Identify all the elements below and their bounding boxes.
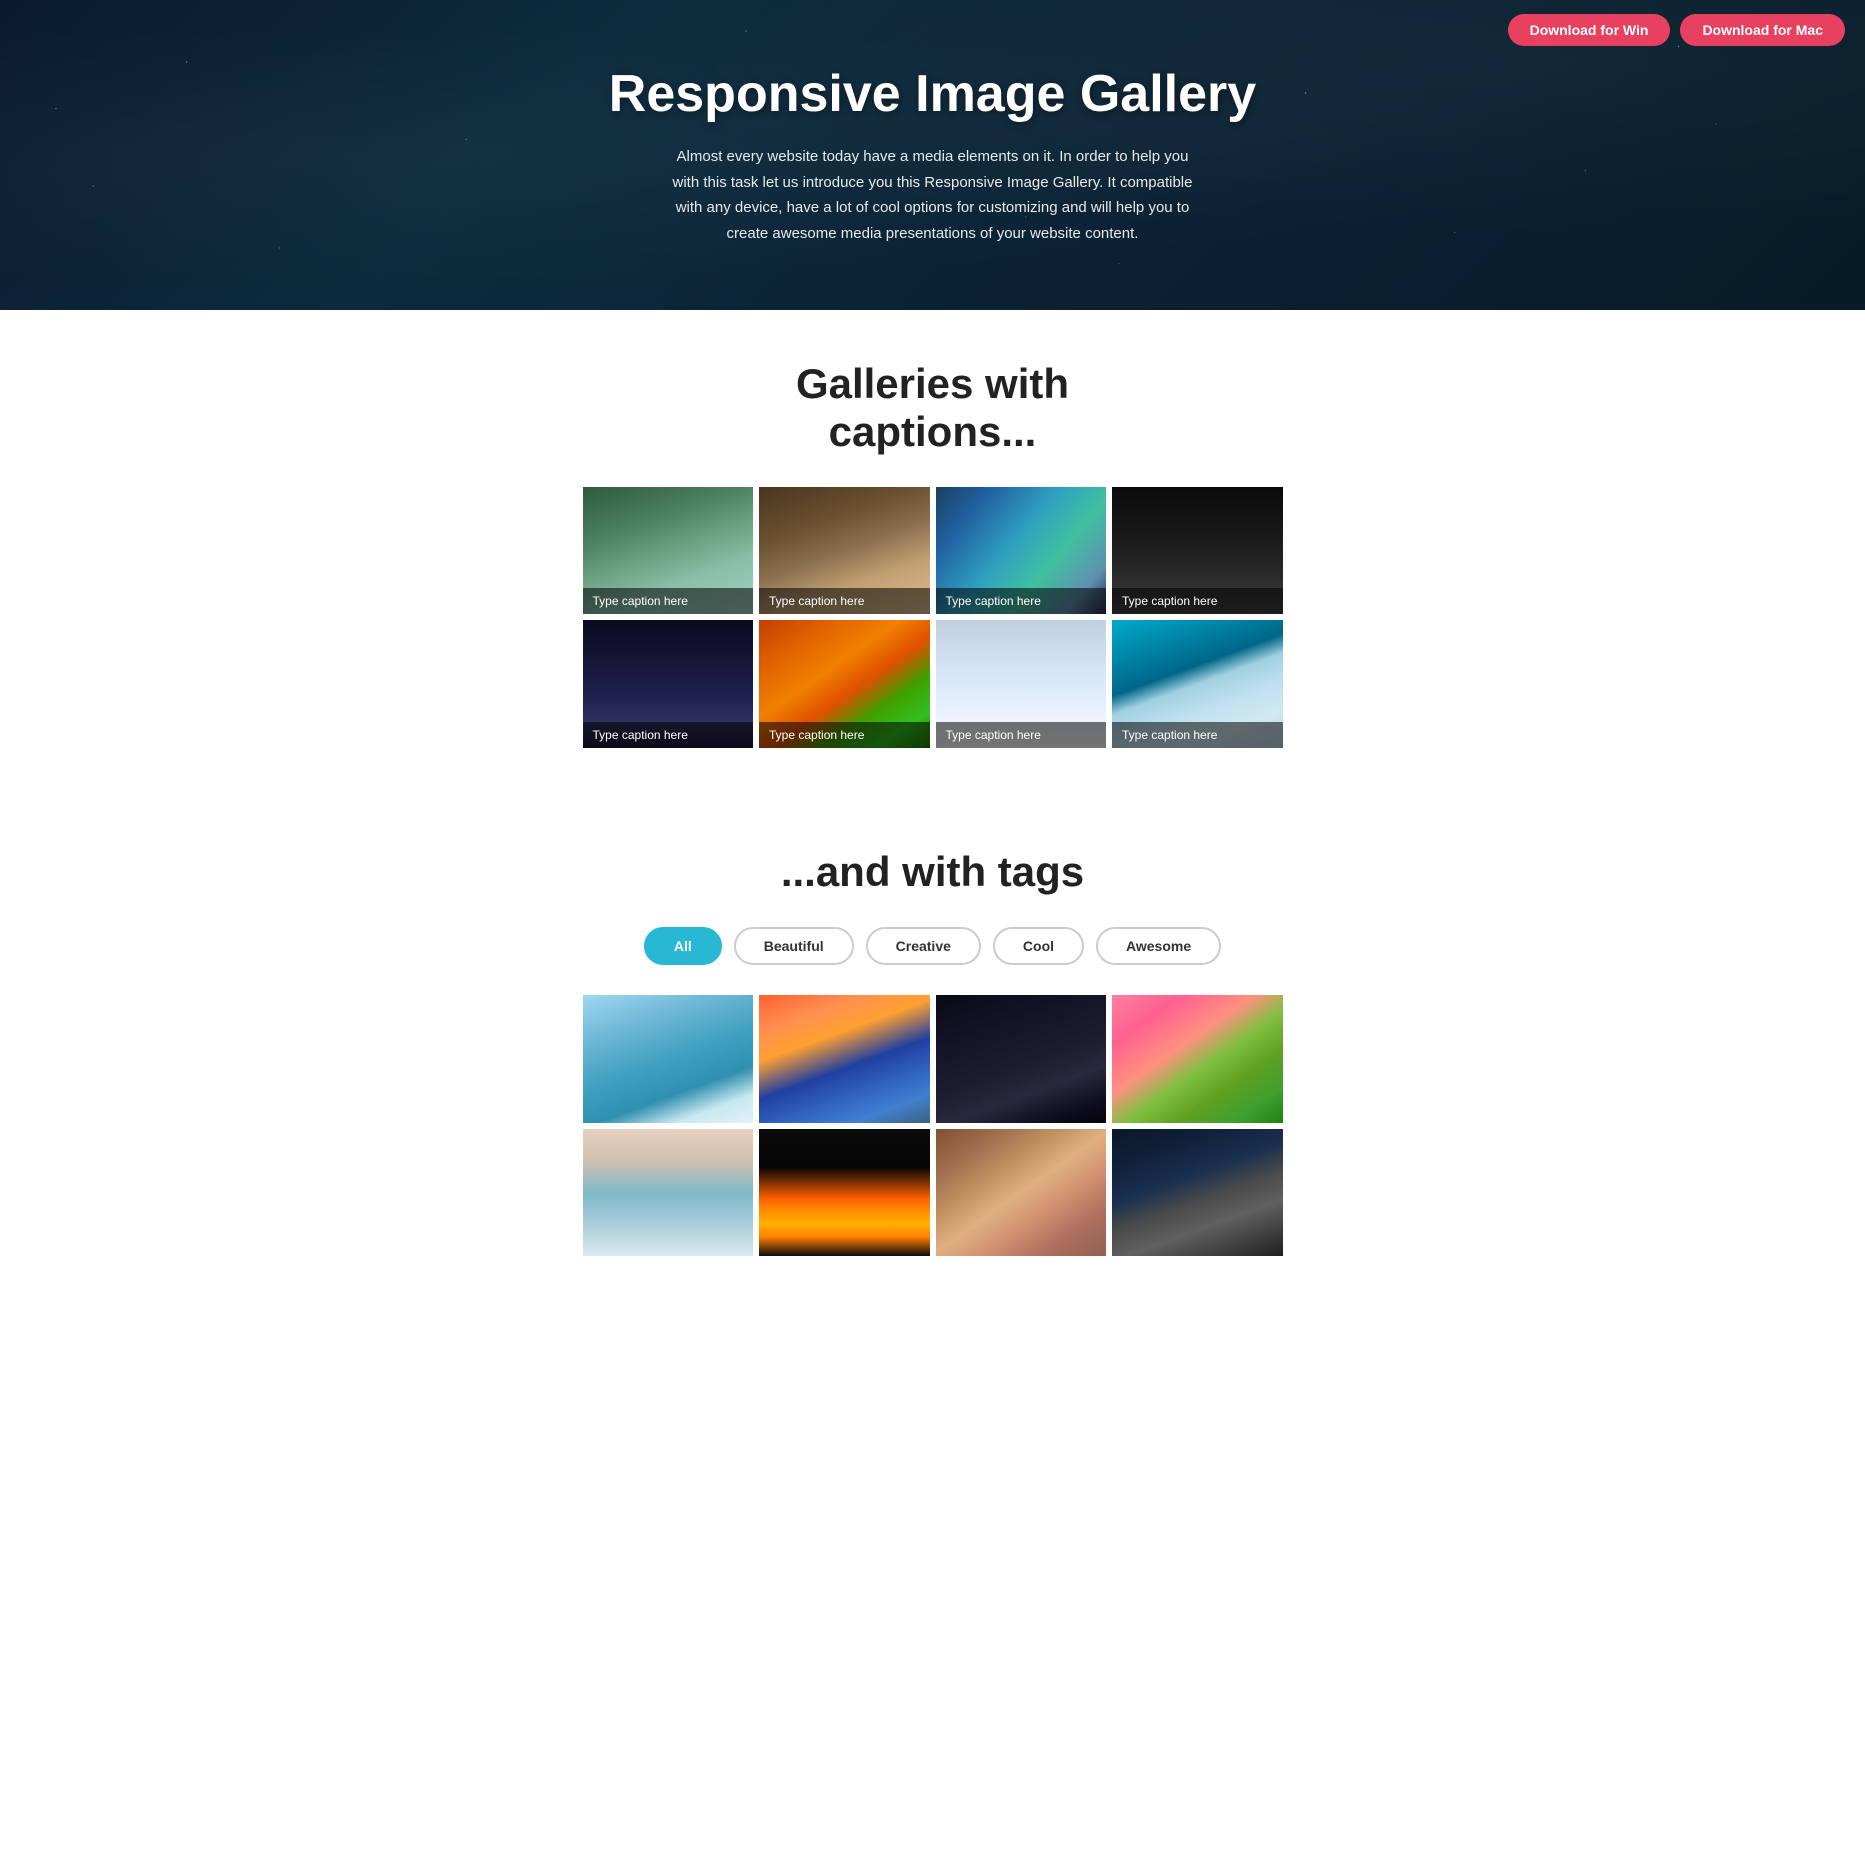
bottom-gallery-item[interactable] — [936, 995, 1107, 1123]
tag-button-awesome[interactable]: Awesome — [1096, 927, 1221, 965]
gallery-caption: Type caption here — [1112, 722, 1283, 748]
tags-filter-row: All Beautiful Creative Cool Awesome — [20, 927, 1845, 965]
top-buttons: Download for Win Download for Mac — [1508, 14, 1845, 46]
bottom-gallery-item[interactable] — [936, 1129, 1107, 1257]
gallery-item[interactable]: Type caption here — [1112, 487, 1283, 615]
gallery-item[interactable]: Type caption here — [759, 487, 930, 615]
gallery-caption: Type caption here — [936, 588, 1107, 614]
gallery-item[interactable]: Type caption here — [759, 620, 930, 748]
hero-title: Responsive Image Gallery — [609, 64, 1256, 124]
gallery-caption: Type caption here — [583, 722, 754, 748]
captions-gallery-grid: Type caption hereType caption hereType c… — [583, 487, 1283, 749]
tag-button-cool[interactable]: Cool — [993, 927, 1084, 965]
bottom-gallery-item[interactable] — [759, 995, 930, 1123]
bottom-gallery-item[interactable] — [583, 995, 754, 1123]
gallery-caption: Type caption here — [1112, 588, 1283, 614]
gallery-caption: Type caption here — [936, 722, 1107, 748]
tag-button-beautiful[interactable]: Beautiful — [734, 927, 854, 965]
tags-title: ...and with tags — [20, 848, 1845, 896]
hero-header: Download for Win Download for Mac Respon… — [0, 0, 1865, 310]
tags-section: ...and with tags All Beautiful Creative Coo… — [0, 798, 1865, 1296]
download-win-button[interactable]: Download for Win — [1508, 14, 1671, 46]
gallery-item[interactable]: Type caption here — [1112, 620, 1283, 748]
bottom-gallery-item[interactable] — [583, 1129, 754, 1257]
captions-section: Galleries withcaptions... Type caption h… — [0, 310, 1865, 798]
gallery-item[interactable]: Type caption here — [936, 487, 1107, 615]
captions-title: Galleries withcaptions... — [20, 360, 1845, 457]
download-mac-button[interactable]: Download for Mac — [1680, 14, 1845, 46]
gallery-caption: Type caption here — [759, 722, 930, 748]
gallery-item[interactable]: Type caption here — [583, 620, 754, 748]
gallery-caption: Type caption here — [583, 588, 754, 614]
gallery-item[interactable]: Type caption here — [583, 487, 754, 615]
tag-button-creative[interactable]: Creative — [866, 927, 981, 965]
bottom-gallery-item[interactable] — [1112, 1129, 1283, 1257]
gallery-item[interactable]: Type caption here — [936, 620, 1107, 748]
bottom-gallery-item[interactable] — [759, 1129, 930, 1257]
tags-gallery-grid — [583, 995, 1283, 1257]
tag-button-all[interactable]: All — [644, 927, 722, 965]
bottom-gallery-item[interactable] — [1112, 995, 1283, 1123]
gallery-caption: Type caption here — [759, 588, 930, 614]
hero-description: Almost every website today have a media … — [663, 144, 1203, 246]
